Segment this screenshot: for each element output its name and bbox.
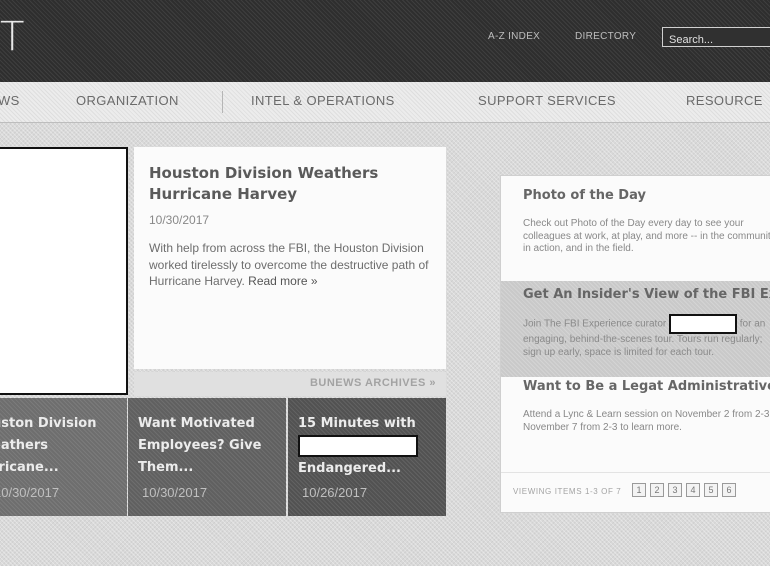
thumbnail-date: 10/30/2017 [0,485,60,500]
az-index-link[interactable]: A-Z INDEX [488,31,540,42]
thumbnail-title: 15 Minutes with Endangered... [298,413,438,480]
spotlight-title-photo[interactable]: Photo of the Day [523,188,646,203]
spotlight-title-legat[interactable]: Want to Be a Legat Administrative Specia… [523,379,770,394]
story-thumbnail[interactable]: uston Division eathers rricane... 10/30/… [0,398,127,516]
page-button[interactable]: 6 [722,483,736,497]
redaction-box [669,314,737,334]
spotlight-panel: Photo of the Day Check out Photo of the … [500,175,770,513]
nav-divider [222,91,223,113]
news-archives-link[interactable]: BUNEWS ARCHIVES » [310,377,436,389]
featured-story-title[interactable]: Houston Division Weathers Hurricane Harv… [149,163,419,205]
thumbnail-title-end: Endangered... [298,460,401,476]
search-box [662,27,770,49]
pagination-label: VIEWING ITEMS 1-3 OF 7 [513,487,622,496]
archives-bar: BUNEWS ARCHIVES » [134,372,446,396]
site-logo[interactable]: T [0,14,24,60]
thumbnail-date: 10/26/2017 [302,485,368,500]
page-button[interactable]: 3 [668,483,682,497]
story-thumbnail[interactable]: Want Motivated Employees? Give Them... 1… [128,398,286,516]
redaction-box [298,435,418,457]
spotlight-title-insider[interactable]: Get An Insider's View of the FBI Experie… [523,287,770,302]
main-nav: WS ORGANIZATION INTEL & OPERATIONS SUPPO… [0,82,770,123]
thumbnail-title-start: 15 Minutes with [298,416,416,431]
spotlight-item-active[interactable]: Get An Insider's View of the FBI Experie… [501,281,770,377]
page-button[interactable]: 5 [704,483,718,497]
top-header: T A-Z INDEX DIRECTORY [0,0,770,82]
nav-item-news[interactable]: WS [0,93,20,108]
featured-story-summary: With help from across the FBI, the Houst… [149,240,431,290]
nav-item-resources[interactable]: RESOURCE [686,93,763,108]
thumbnail-date: 10/30/2017 [142,485,208,500]
spotlight-footer: VIEWING ITEMS 1-3 OF 7 1 2 3 4 5 6 [501,472,770,512]
pagination: 1 2 3 4 5 6 [632,483,736,497]
featured-story-date: 10/30/2017 [149,213,210,227]
featured-story-image[interactable] [0,147,128,395]
spotlight-text-legat: Attend a Lync & Learn session on Novembe… [523,409,770,433]
story-thumbnail[interactable]: 15 Minutes with Endangered... 10/26/2017 [288,398,446,516]
search-input[interactable] [663,31,770,49]
thumbnail-title: Want Motivated Employees? Give Them... [138,416,262,475]
spotlight-text-insider: Join The FBI Experience curator for an e… [523,314,770,359]
nav-item-organization[interactable]: ORGANIZATION [76,93,179,108]
spotlight-text-photo: Check out Photo of the Day every day to … [523,218,770,254]
directory-link[interactable]: DIRECTORY [575,31,636,42]
thumbnail-title: uston Division eathers rricane... [0,416,97,475]
nav-item-intel-operations[interactable]: INTEL & OPERATIONS [251,93,395,108]
page-button[interactable]: 1 [632,483,646,497]
read-more-link[interactable]: Read more » [248,274,317,288]
nav-item-support-services[interactable]: SUPPORT SERVICES [478,93,616,108]
spotlight-text-insider-start: Join The FBI Experience curator [523,318,667,330]
page-button[interactable]: 2 [650,483,664,497]
page-button[interactable]: 4 [686,483,700,497]
